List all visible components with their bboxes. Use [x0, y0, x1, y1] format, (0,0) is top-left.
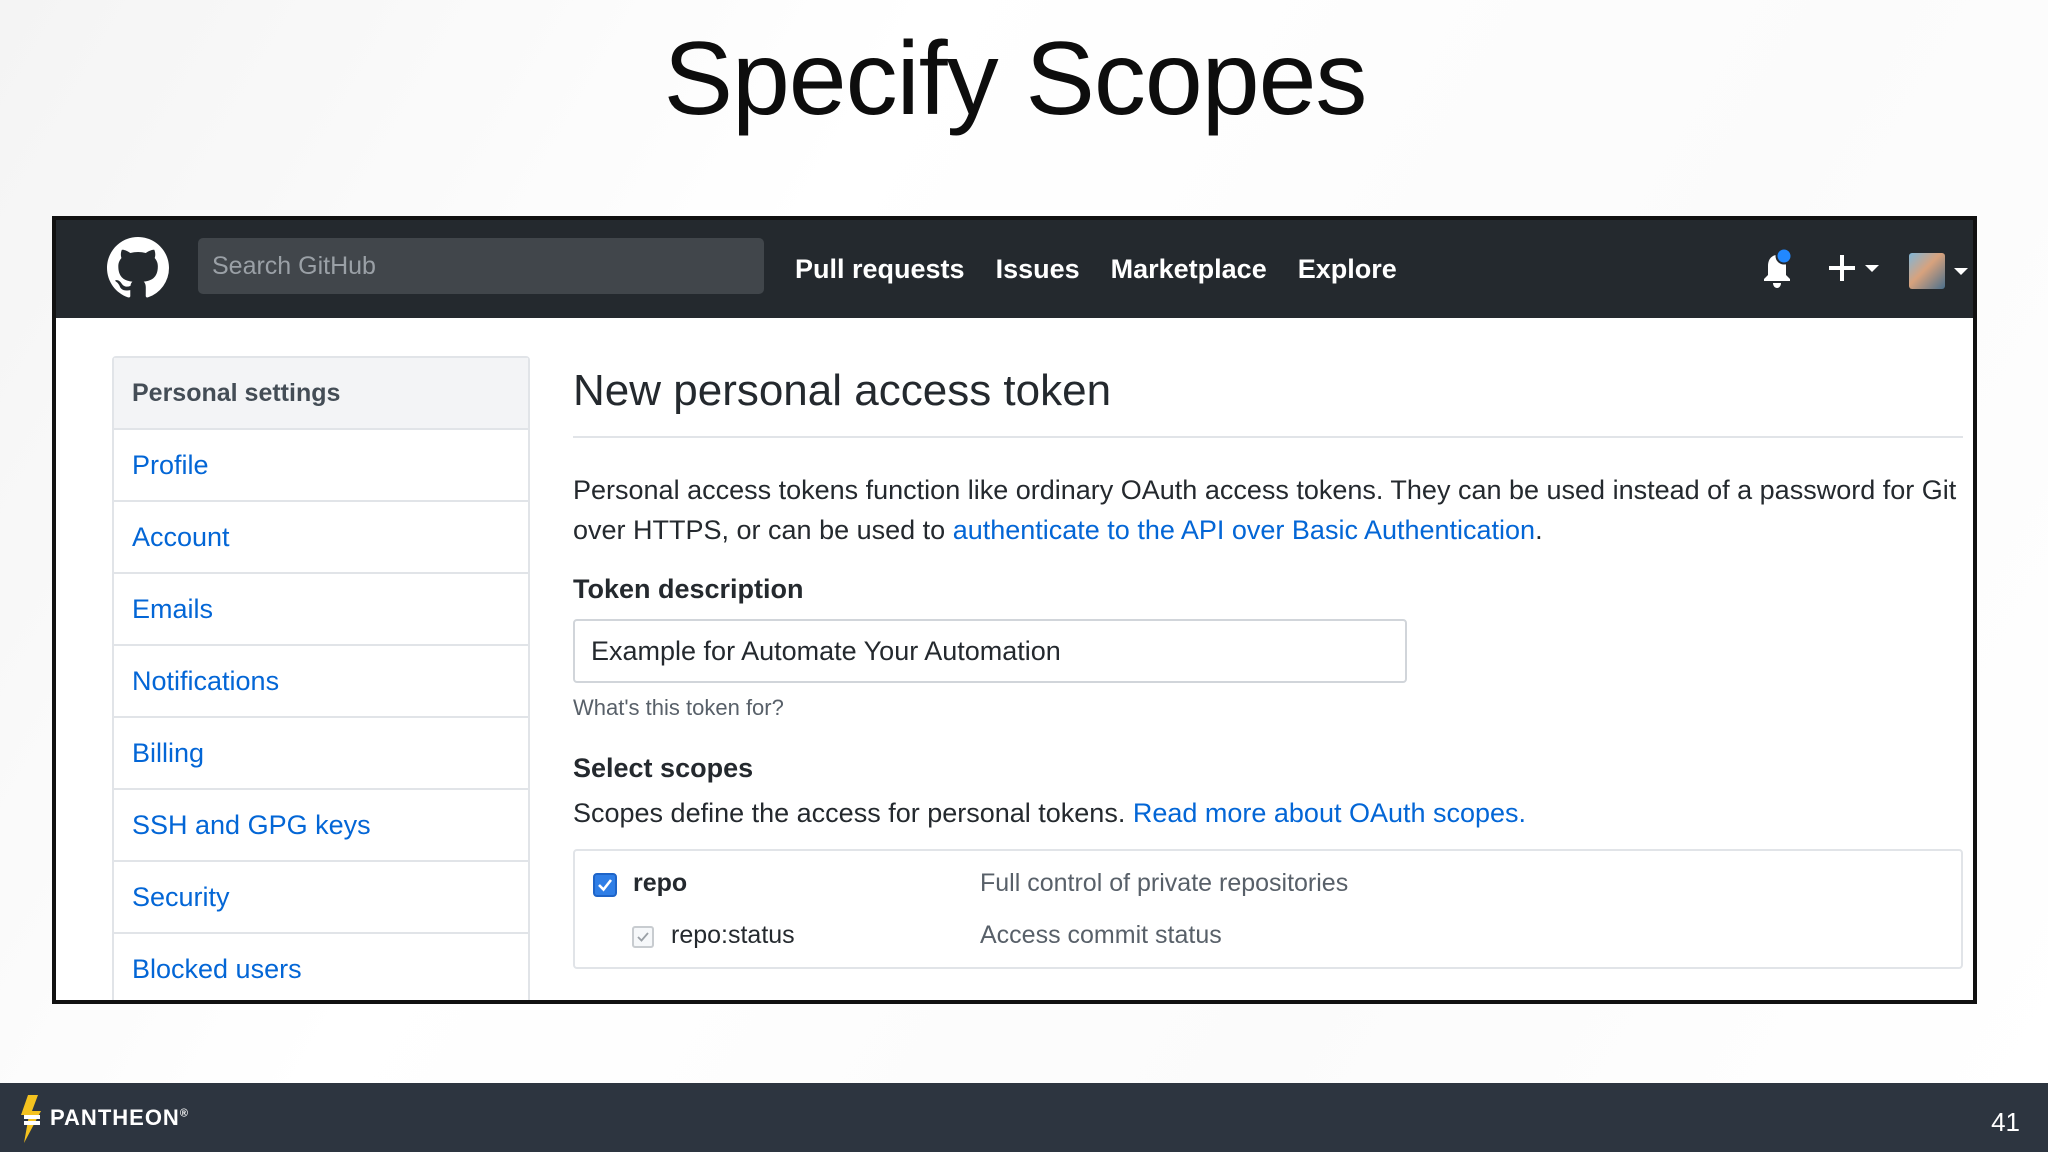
slide-footer: PANTHEON® 41 — [0, 1083, 2048, 1152]
screenshot-frame: Search GitHub Pull requests Issues Marke… — [52, 216, 1977, 1004]
github-logo-icon[interactable] — [107, 237, 169, 299]
nav-explore[interactable]: Explore — [1298, 254, 1397, 285]
token-note: What's this token for? — [573, 695, 784, 720]
plus-icon[interactable] — [1825, 246, 1885, 290]
sidebar-heading: Personal settings — [114, 358, 528, 430]
scope-description: Access commit status — [980, 921, 1222, 949]
sidebar-item-emails[interactable]: Emails — [114, 574, 528, 646]
brand-name: PANTHEON — [50, 1105, 180, 1130]
main-content: New personal access token Personal acces… — [573, 356, 1963, 969]
scope-row-repo-status: repo:status Access commit status — [575, 917, 1961, 957]
check-icon — [637, 932, 649, 942]
sidebar-item-blocked-users[interactable]: Blocked users — [114, 934, 528, 1000]
pantheon-logo-icon — [21, 1095, 41, 1143]
brand-mark: ® — [179, 1107, 189, 1120]
chevron-down-icon[interactable] — [1953, 266, 1969, 276]
nav-marketplace[interactable]: Marketplace — [1111, 254, 1267, 285]
sidebar-item-account[interactable]: Account — [114, 502, 528, 574]
scope-name: repo:status — [671, 921, 795, 949]
scopes-description: Scopes define the access for personal to… — [573, 798, 1963, 829]
sidebar-item-ssh-gpg-keys[interactable]: SSH and GPG keys — [114, 790, 528, 862]
avatar[interactable] — [1909, 253, 1945, 289]
scope-description: Full control of private repositories — [980, 869, 1349, 897]
select-scopes-label: Select scopes — [573, 753, 754, 783]
nav-issues[interactable]: Issues — [996, 254, 1080, 285]
oauth-scopes-link[interactable]: Read more about OAuth scopes. — [1133, 798, 1526, 828]
scopes-text: Scopes define the access for personal to… — [573, 798, 1133, 828]
sidebar-item-profile[interactable]: Profile — [114, 430, 528, 502]
repo-status-checkbox[interactable] — [632, 926, 654, 948]
header-nav: Pull requests Issues Marketplace Explore — [795, 220, 1428, 318]
sidebar-item-billing[interactable]: Billing — [114, 718, 528, 790]
page-title: New personal access token — [573, 356, 1963, 438]
search-input[interactable]: Search GitHub — [198, 238, 764, 294]
check-icon — [598, 879, 613, 892]
token-description-input[interactable] — [573, 619, 1407, 683]
bell-icon[interactable] — [1761, 248, 1795, 288]
nav-pull-requests[interactable]: Pull requests — [795, 254, 965, 285]
token-description-label: Token description — [573, 574, 804, 604]
intro-paragraph: Personal access tokens function like ord… — [573, 470, 1963, 550]
settings-sidebar: Personal settings Profile Account Emails… — [112, 356, 530, 1000]
sidebar-item-security[interactable]: Security — [114, 862, 528, 934]
pantheon-wordmark: PANTHEON® — [50, 1105, 189, 1131]
intro-end: . — [1535, 515, 1543, 545]
scope-name: repo — [633, 869, 688, 897]
slide-title: Specify Scopes — [663, 21, 1368, 137]
github-header: Search GitHub Pull requests Issues Marke… — [56, 220, 1973, 318]
repo-checkbox[interactable] — [593, 873, 617, 897]
scope-row-repo: repo Full control of private repositorie… — [575, 865, 1961, 905]
basic-auth-link[interactable]: authenticate to the API over Basic Authe… — [953, 515, 1535, 545]
page-number: 41 — [1991, 1107, 2020, 1137]
scopes-list: repo Full control of private repositorie… — [573, 849, 1963, 969]
sidebar-item-notifications[interactable]: Notifications — [114, 646, 528, 718]
